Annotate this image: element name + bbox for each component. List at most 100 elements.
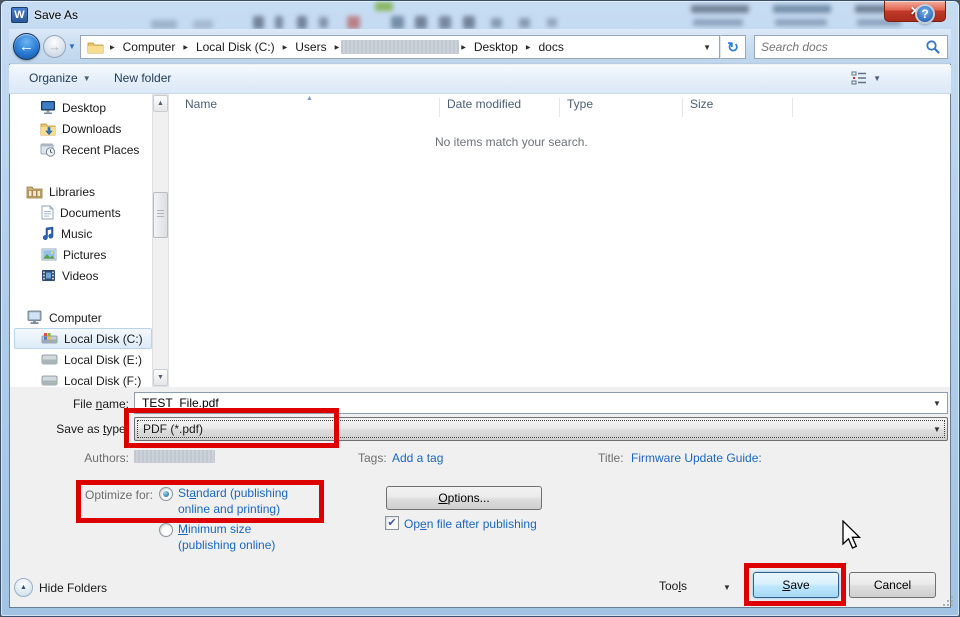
file-name-label: File name: bbox=[41, 397, 129, 411]
tags-label: Tags: bbox=[358, 451, 387, 465]
forward-button[interactable]: → bbox=[43, 35, 66, 58]
file-name-dropdown-icon[interactable]: ▼ bbox=[927, 399, 947, 408]
help-button[interactable]: ? bbox=[915, 4, 935, 24]
sidebar-scrollbar[interactable]: ▲ ▼ bbox=[152, 94, 169, 387]
column-separator[interactable] bbox=[439, 98, 440, 117]
breadcrumb-separator-icon: ▶ bbox=[333, 44, 342, 51]
videos-icon bbox=[41, 269, 56, 282]
tools-button[interactable]: Tools bbox=[659, 579, 687, 593]
blur-decor bbox=[775, 19, 827, 26]
new-folder-button[interactable]: New folder bbox=[114, 71, 171, 85]
breadcrumb-separator-icon: ▶ bbox=[108, 44, 117, 51]
recent-places-icon bbox=[40, 142, 56, 157]
list-view-icon bbox=[851, 71, 867, 85]
add-tag-link[interactable]: Add a tag bbox=[392, 451, 443, 465]
blur-decor bbox=[151, 20, 177, 29]
drive-icon bbox=[41, 354, 58, 365]
blur-decor bbox=[463, 16, 475, 29]
blur-decor bbox=[193, 20, 213, 29]
hide-folders-icon[interactable]: ▲ bbox=[14, 578, 33, 597]
sidebar-item-libraries[interactable]: Libraries bbox=[26, 181, 95, 202]
scroll-down-button[interactable]: ▼ bbox=[153, 369, 168, 386]
breadcrumb-item-users[interactable]: Users bbox=[289, 36, 332, 58]
document-title-link[interactable]: Firmware Update Guide: bbox=[631, 451, 762, 465]
breadcrumb-item-docs[interactable]: docs bbox=[533, 36, 570, 58]
sidebar-item-computer[interactable]: Computer bbox=[26, 307, 102, 328]
annotation-save-button bbox=[744, 563, 846, 606]
annotation-optimize-standard bbox=[76, 480, 324, 523]
word-app-icon: W bbox=[11, 7, 28, 23]
blur-decor bbox=[297, 16, 307, 29]
folder-icon bbox=[87, 40, 104, 54]
sidebar-item-videos[interactable]: Videos bbox=[41, 265, 98, 286]
address-dropdown-icon[interactable]: ▼ bbox=[695, 43, 719, 52]
sidebar-item-local-disk-f[interactable]: Local Disk (F:) bbox=[41, 370, 141, 391]
blur-decor bbox=[347, 16, 360, 29]
column-header-date-modified[interactable]: Date modified bbox=[447, 97, 521, 111]
back-button[interactable]: ← bbox=[13, 33, 40, 60]
blur-decor bbox=[519, 18, 530, 28]
column-separator[interactable] bbox=[682, 98, 683, 117]
empty-list-message: No items match your search. bbox=[435, 135, 588, 149]
breadcrumb-item-desktop[interactable]: Desktop bbox=[468, 36, 524, 58]
scroll-up-button[interactable]: ▲ bbox=[153, 95, 168, 112]
radio-minimum-size[interactable] bbox=[159, 523, 173, 537]
cancel-button[interactable]: Cancel bbox=[849, 572, 936, 598]
blur-decor bbox=[391, 16, 404, 29]
radio-minimum-label-line2[interactable]: (publishing online) bbox=[178, 538, 275, 552]
search-input[interactable] bbox=[755, 40, 925, 54]
search-icon[interactable] bbox=[925, 39, 941, 55]
search-box bbox=[754, 35, 948, 59]
organize-dropdown-icon: ▼ bbox=[83, 74, 91, 83]
radio-minimum-label[interactable]: Minimum size bbox=[178, 522, 251, 536]
nav-history-dropdown-icon[interactable]: ▼ bbox=[68, 42, 76, 51]
refresh-button[interactable]: ↻ bbox=[720, 35, 746, 59]
column-header-size[interactable]: Size bbox=[690, 97, 713, 111]
annotation-save-as-type bbox=[124, 408, 339, 448]
sidebar-item-downloads[interactable]: Downloads bbox=[40, 118, 121, 139]
save-as-dialog: W Save As ✕ ← → ▼ ▶ Computer ▶ Local Dis… bbox=[0, 0, 960, 617]
sidebar-item-recent-places[interactable]: Recent Places bbox=[40, 139, 139, 160]
sidebar-item-pictures[interactable]: Pictures bbox=[41, 244, 106, 265]
authors-value-redacted[interactable] bbox=[134, 450, 215, 463]
open-after-publishing-checkbox[interactable]: ✔ bbox=[385, 516, 399, 530]
sidebar-item-documents[interactable]: Documents bbox=[41, 202, 121, 223]
file-browser: Desktop Downloads Recent Places bbox=[10, 94, 950, 387]
column-header-name[interactable]: Name bbox=[185, 97, 217, 111]
breadcrumb-item-username-redacted[interactable] bbox=[341, 40, 459, 54]
title-bar[interactable]: W Save As ✕ bbox=[1, 1, 959, 29]
options-button[interactable]: Options... bbox=[386, 486, 542, 510]
documents-icon bbox=[41, 205, 54, 220]
mouse-cursor bbox=[842, 520, 862, 551]
blur-decor bbox=[375, 2, 393, 11]
save-as-type-dropdown-icon[interactable]: ▼ bbox=[927, 425, 947, 434]
blur-decor bbox=[253, 16, 264, 29]
open-after-publishing-label[interactable]: Open file after publishing bbox=[404, 517, 537, 531]
breadcrumb-item-local-disk-c[interactable]: Local Disk (C:) bbox=[190, 36, 281, 58]
views-button[interactable]: ▼ bbox=[851, 71, 881, 85]
views-dropdown-icon: ▼ bbox=[873, 74, 881, 83]
blur-decor bbox=[439, 16, 451, 29]
organize-button[interactable]: Organize▼ bbox=[29, 71, 91, 85]
tools-dropdown-icon[interactable]: ▼ bbox=[723, 583, 731, 592]
sidebar-item-desktop[interactable]: Desktop bbox=[40, 97, 106, 118]
computer-icon bbox=[26, 310, 43, 325]
column-separator[interactable] bbox=[792, 98, 793, 117]
resize-grip[interactable] bbox=[943, 596, 953, 606]
pictures-icon bbox=[41, 248, 57, 261]
sidebar-item-music[interactable]: Music bbox=[41, 223, 92, 244]
blur-decor bbox=[691, 5, 749, 13]
sidebar-item-local-disk-c[interactable]: Local Disk (C:) bbox=[41, 328, 143, 349]
sidebar-item-local-disk-e[interactable]: Local Disk (E:) bbox=[41, 349, 142, 370]
column-separator[interactable] bbox=[559, 98, 560, 117]
music-icon bbox=[41, 226, 55, 241]
breadcrumb-item-computer[interactable]: Computer bbox=[117, 36, 182, 58]
breadcrumb-separator-icon: ▶ bbox=[181, 44, 190, 51]
blur-decor bbox=[491, 18, 502, 28]
blur-decor bbox=[319, 17, 328, 28]
column-header-type[interactable]: Type bbox=[567, 97, 593, 111]
save-as-type-label: Save as type: bbox=[41, 422, 129, 436]
hide-folders-button[interactable]: Hide Folders bbox=[39, 581, 107, 595]
scrollbar-thumb[interactable] bbox=[153, 192, 168, 238]
sort-ascending-icon[interactable]: ▲ bbox=[306, 95, 313, 102]
